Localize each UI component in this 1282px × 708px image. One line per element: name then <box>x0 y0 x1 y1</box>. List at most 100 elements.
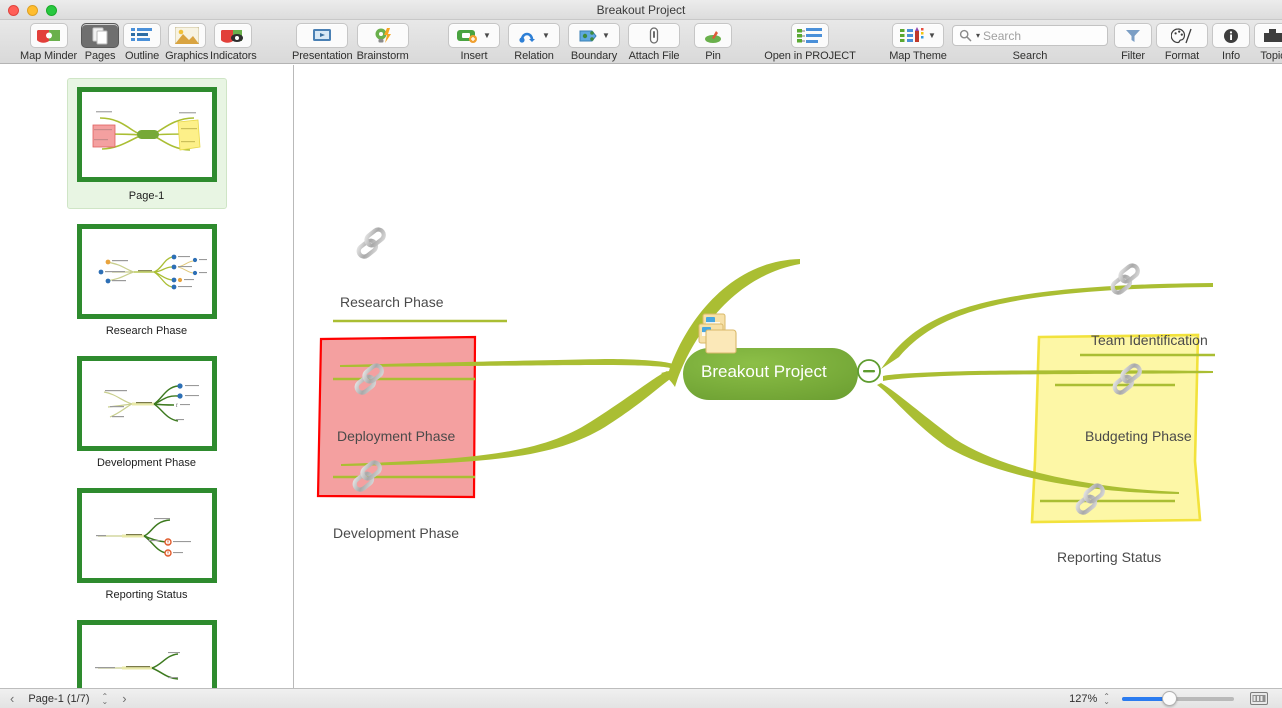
red-boundary[interactable] <box>318 337 475 497</box>
minus-circle-icon[interactable] <box>858 360 880 382</box>
topic-icon <box>1254 23 1282 48</box>
link-icon-team-identification[interactable] <box>1108 263 1142 295</box>
folders-icon <box>699 314 736 353</box>
toolbar-button-outline[interactable]: Outline <box>121 20 163 62</box>
thumbnail-preview-development: f <box>82 361 212 446</box>
page-thumbnail: f <box>77 356 217 451</box>
page-thumbnail <box>77 620 217 688</box>
toolbar-label: Indicators <box>210 50 257 62</box>
chevron-left-icon[interactable]: ‹ <box>10 691 14 706</box>
toolbar-button-map-theme[interactable]: ▼ Map Theme <box>882 20 954 62</box>
mind-map-canvas[interactable]: Breakout Project Research Phase Deployme… <box>295 65 1282 688</box>
toolbar-button-format[interactable]: Format <box>1154 20 1210 62</box>
page-label: Research Phase <box>73 325 221 337</box>
zoom-stepper-icon[interactable]: ⌃⌄ <box>1103 694 1110 704</box>
toolbar-label: Info <box>1222 50 1240 62</box>
toolbar-label: Attach File <box>629 50 680 62</box>
chevron-down-icon[interactable]: ▼ <box>483 31 491 40</box>
search-scope-chevron-icon[interactable]: ▾ <box>976 31 980 40</box>
sidebar-page-item-reporting-status[interactable]: Reporting Status <box>67 480 227 605</box>
toolbar-button-presentation[interactable]: Presentation <box>290 20 355 62</box>
central-topic-label[interactable]: Breakout Project <box>701 362 827 382</box>
toolbar-button-brainstorm[interactable]: Brainstorm <box>355 20 411 62</box>
toolbar-label: Insert <box>461 50 488 62</box>
toolbar: Map Minder Pages <box>0 20 1282 64</box>
chevron-down-icon[interactable]: ▼ <box>928 31 936 40</box>
toolbar-label: Format <box>1165 50 1199 62</box>
toolbar-label: Filter <box>1121 50 1145 62</box>
zoom-slider-knob[interactable] <box>1162 691 1177 706</box>
chevron-down-icon[interactable]: ▼ <box>602 31 610 40</box>
toolbar-label: Outline <box>125 50 159 62</box>
page-thumbnail <box>77 87 217 182</box>
toolbar-button-boundary[interactable]: ▼ Boundary <box>566 20 622 62</box>
open-in-project-icon <box>791 23 829 48</box>
toolbar-button-indicators[interactable]: Indicators <box>208 20 259 62</box>
toolbar-label: Pages <box>85 50 116 62</box>
toolbar-button-relation[interactable]: ▼ Relation <box>506 20 562 62</box>
sidebar-page-item-development-phase[interactable]: f Development Phase <box>67 348 227 473</box>
format-icon <box>1156 23 1208 48</box>
brainstorm-icon <box>357 23 409 48</box>
search-group-label: Search <box>952 50 1108 62</box>
toolbar-label: Presentation <box>292 50 353 62</box>
page-indicator: Page-1 (1/7) <box>28 693 89 705</box>
page-label: Page-1 <box>74 190 220 202</box>
insert-icon: ▼ <box>448 23 500 48</box>
status-bar: ‹ Page-1 (1/7) ⌃⌄ › 127% ⌃⌄ <box>0 688 1282 708</box>
topic-label-team-identification[interactable]: Team Identification <box>1091 332 1208 348</box>
sidebar-page-item-page-1[interactable]: Page-1 <box>67 78 227 209</box>
fit-page-icon[interactable] <box>1250 692 1268 705</box>
presentation-icon <box>296 23 348 48</box>
toolbar-button-pages[interactable]: Pages <box>79 20 121 62</box>
toolbar-label: Brainstorm <box>357 50 409 62</box>
title-bar: Breakout Project <box>0 0 1282 20</box>
info-icon <box>1212 23 1250 48</box>
toolbar-button-open-in-project[interactable]: Open in PROJECT <box>748 20 872 62</box>
outline-icon <box>123 23 161 48</box>
page-stepper-icon[interactable]: ⌃⌄ <box>102 694 109 704</box>
toolbar-label: Open in PROJECT <box>764 50 855 62</box>
toolbar-button-attach-file[interactable]: Attach File <box>626 20 682 62</box>
thumbnail-preview-deployment <box>82 625 212 688</box>
filter-icon <box>1114 23 1152 48</box>
topic-label-development-phase[interactable]: Development Phase <box>333 525 459 541</box>
thumbnail-preview-research <box>82 229 212 314</box>
search-input[interactable]: ▾ Search <box>952 25 1108 46</box>
toolbar-button-pin[interactable]: Pin <box>692 20 734 62</box>
chevron-right-icon[interactable]: › <box>122 691 126 706</box>
toolbar-label: Map Minder <box>20 50 77 62</box>
pages-sidebar[interactable]: Page-1 <box>0 65 294 688</box>
topic-label-reporting-status[interactable]: Reporting Status <box>1057 549 1161 565</box>
zoom-level-label: 127% <box>1069 693 1097 705</box>
sidebar-page-item-5[interactable] <box>67 612 227 688</box>
toolbar-label: Boundary <box>571 50 617 62</box>
toolbar-button-topic[interactable]: Topic <box>1252 20 1282 62</box>
map-minder-icon <box>30 23 68 48</box>
toolbar-label: Relation <box>514 50 554 62</box>
link-icon-research-phase[interactable] <box>354 227 388 259</box>
toolbar-button-info[interactable]: Info <box>1210 20 1252 62</box>
topic-label-budgeting-phase[interactable]: Budgeting Phase <box>1085 428 1192 444</box>
search-placeholder: Search <box>983 29 1021 43</box>
topic-label-deployment-phase[interactable]: Deployment Phase <box>337 428 455 444</box>
topic-label-research-phase[interactable]: Research Phase <box>340 294 444 310</box>
thumbnail-preview-overview <box>82 92 212 177</box>
attach-file-icon <box>628 23 680 48</box>
boundary-icon: ▼ <box>568 23 620 48</box>
toolbar-label: Map Theme <box>889 50 947 62</box>
relation-icon: ▼ <box>508 23 560 48</box>
pages-icon <box>81 23 119 48</box>
toolbar-button-map-minder[interactable]: Map Minder <box>18 20 79 62</box>
toolbar-button-graphics[interactable]: Graphics <box>163 20 210 62</box>
search-icon <box>959 29 972 42</box>
page-label: Development Phase <box>73 457 221 469</box>
zoom-slider[interactable] <box>1122 697 1234 701</box>
toolbar-button-filter[interactable]: Filter <box>1112 20 1154 62</box>
pin-icon <box>694 23 732 48</box>
sidebar-page-item-research-phase[interactable]: Research Phase <box>67 216 227 341</box>
toolbar-label: Pin <box>705 50 721 62</box>
chevron-down-icon[interactable]: ▼ <box>542 31 550 40</box>
map-theme-icon: ▼ <box>892 23 944 48</box>
toolbar-button-insert[interactable]: ▼ Insert <box>446 20 502 62</box>
